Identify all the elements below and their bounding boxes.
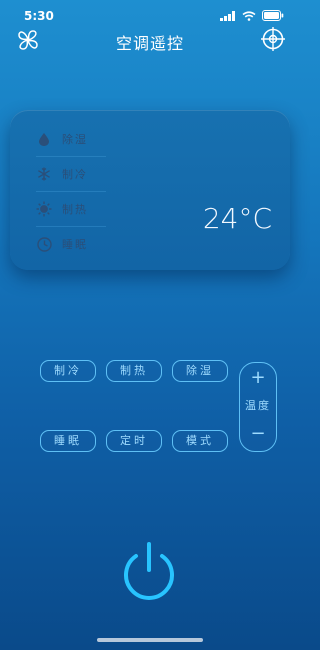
- power-button[interactable]: [119, 540, 179, 602]
- timer-button[interactable]: 定时: [106, 430, 162, 452]
- cool-button[interactable]: 制冷: [40, 360, 96, 382]
- wifi-icon: [242, 10, 256, 21]
- mode-label: 睡眠: [62, 238, 88, 251]
- heat-button[interactable]: 制热: [106, 360, 162, 382]
- status-icons: [220, 10, 284, 21]
- home-indicator[interactable]: [97, 638, 203, 642]
- nav-bar: 空调遥控: [0, 24, 300, 54]
- temperature-increase-button[interactable]: +: [240, 367, 276, 388]
- clock-icon: [36, 236, 52, 252]
- sleep-button[interactable]: 睡眠: [40, 430, 96, 452]
- battery-icon: [262, 10, 284, 21]
- status-panel: 除湿 制冷 制热 睡眠 24°C: [10, 110, 290, 270]
- crosshair-icon[interactable]: [260, 26, 286, 52]
- power-icon: [124, 542, 174, 600]
- mode-indicator-sleep: 睡眠: [36, 227, 106, 261]
- temperature-decrease-button[interactable]: −: [240, 423, 276, 444]
- temperature-display: 24°C: [202, 202, 272, 235]
- status-time: 5:30: [24, 9, 54, 23]
- dehumidify-button[interactable]: 除湿: [172, 360, 228, 382]
- mode-label: 除湿: [62, 133, 88, 146]
- mode-label: 制冷: [62, 168, 88, 181]
- droplet-icon: [36, 131, 52, 147]
- sun-icon: [36, 201, 52, 217]
- status-bar: 5:30: [0, 0, 300, 24]
- mode-indicator-heat: 制热: [36, 192, 106, 227]
- cellular-signal-icon: [220, 10, 235, 21]
- temperature-label: 温度: [245, 399, 271, 412]
- mode-label: 制热: [62, 203, 88, 216]
- mode-indicator-list: 除湿 制冷 制热 睡眠: [36, 122, 106, 261]
- mode-indicator-cool: 制冷: [36, 157, 106, 192]
- mode-button[interactable]: 模式: [172, 430, 228, 452]
- page-title: 空调遥控: [115, 34, 184, 53]
- snowflake-icon: [36, 166, 52, 182]
- temperature-control: + 温度 −: [239, 362, 277, 452]
- mode-indicator-dehumidify: 除湿: [36, 122, 106, 157]
